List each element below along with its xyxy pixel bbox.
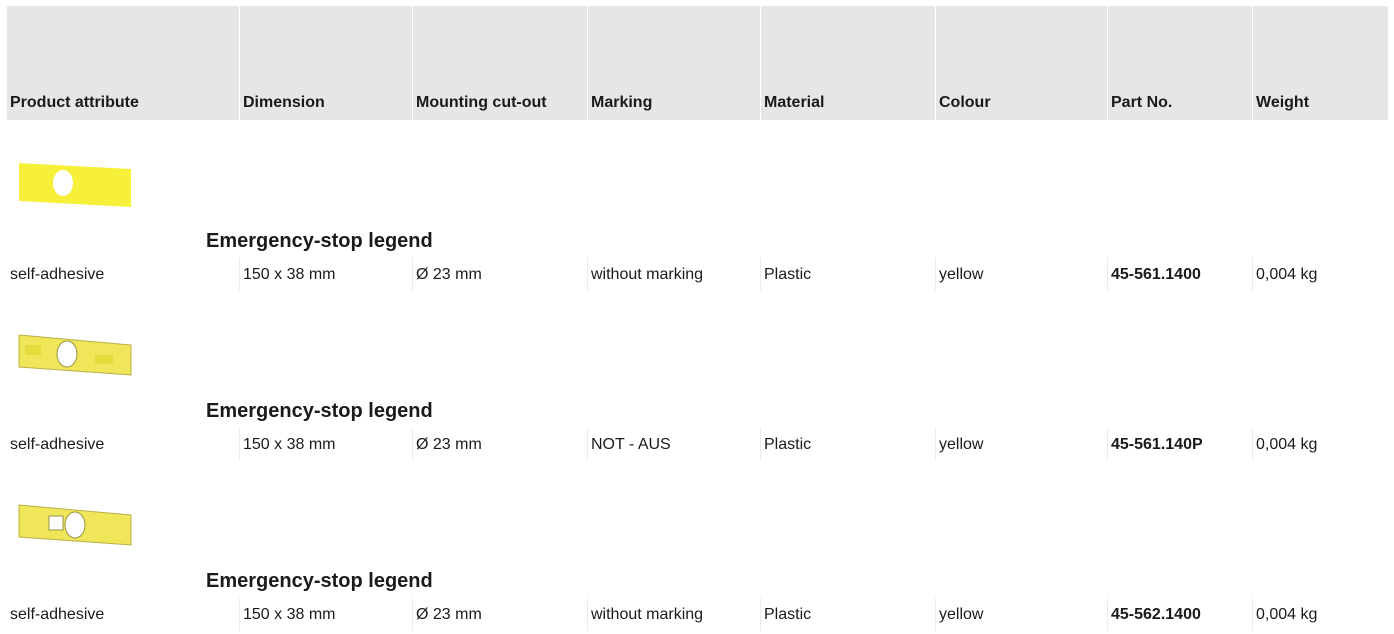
- product-group-heading: Emergency-stop legend: [7, 461, 1388, 598]
- header-weight: Weight: [1252, 6, 1388, 120]
- yellow-legend-plate-icon: [18, 504, 132, 546]
- cell-mounting-cut-out: Ø 23 mm: [413, 428, 587, 461]
- cell-weight: 0,004 kg: [1253, 258, 1388, 291]
- table-header: Product attribute Dimension Mounting cut…: [7, 6, 1388, 120]
- cell-part-no: 45-561.140P: [1108, 428, 1252, 461]
- cell-product-attribute: self-adhesive: [7, 598, 239, 631]
- cell-part-no: 45-562.1400: [1108, 598, 1252, 631]
- cell-colour: yellow: [936, 428, 1107, 461]
- header-material: Material: [760, 6, 935, 120]
- header-marking: Marking: [587, 6, 760, 120]
- product-group: Emergency-stop legend self-adhesive 150 …: [7, 120, 1388, 291]
- product-table: Product attribute Dimension Mounting cut…: [7, 6, 1388, 631]
- product-title: Emergency-stop legend: [206, 570, 433, 592]
- cell-material: Plastic: [761, 598, 935, 631]
- cell-weight: 0,004 kg: [1253, 598, 1388, 631]
- header-dimension: Dimension: [239, 6, 412, 120]
- cell-marking: NOT - AUS: [588, 428, 760, 461]
- product-title: Emergency-stop legend: [206, 230, 433, 252]
- cell-marking: without marking: [588, 258, 760, 291]
- cell-colour: yellow: [936, 258, 1107, 291]
- product-group: Emergency-stop legend self-adhesive 150 …: [7, 291, 1388, 461]
- table-row: self-adhesive 150 x 38 mm Ø 23 mm NOT - …: [7, 428, 1388, 461]
- product-title: Emergency-stop legend: [206, 400, 433, 422]
- cell-dimension: 150 x 38 mm: [240, 598, 412, 631]
- cell-weight: 0,004 kg: [1253, 428, 1388, 461]
- cell-material: Plastic: [761, 258, 935, 291]
- header-part-no: Part No.: [1107, 6, 1252, 120]
- header-mounting-cut-out: Mounting cut-out: [412, 6, 587, 120]
- cell-mounting-cut-out: Ø 23 mm: [413, 598, 587, 631]
- header-colour: Colour: [935, 6, 1107, 120]
- product-group-heading: Emergency-stop legend: [7, 291, 1388, 428]
- cell-marking: without marking: [588, 598, 760, 631]
- cell-material: Plastic: [761, 428, 935, 461]
- product-group: Emergency-stop legend self-adhesive 150 …: [7, 461, 1388, 631]
- cell-product-attribute: self-adhesive: [7, 258, 239, 291]
- yellow-legend-plate-icon: [19, 163, 131, 207]
- cell-mounting-cut-out: Ø 23 mm: [413, 258, 587, 291]
- cell-product-attribute: self-adhesive: [7, 428, 239, 461]
- header-product-attribute: Product attribute: [10, 94, 139, 111]
- table-row: self-adhesive 150 x 38 mm Ø 23 mm withou…: [7, 598, 1388, 631]
- product-group-heading: Emergency-stop legend: [7, 120, 1388, 258]
- cell-dimension: 150 x 38 mm: [240, 428, 412, 461]
- yellow-legend-plate-icon: [18, 334, 132, 376]
- cell-part-no: 45-561.1400: [1108, 258, 1252, 291]
- cell-colour: yellow: [936, 598, 1107, 631]
- table-row: self-adhesive 150 x 38 mm Ø 23 mm withou…: [7, 258, 1388, 291]
- cell-dimension: 150 x 38 mm: [240, 258, 412, 291]
